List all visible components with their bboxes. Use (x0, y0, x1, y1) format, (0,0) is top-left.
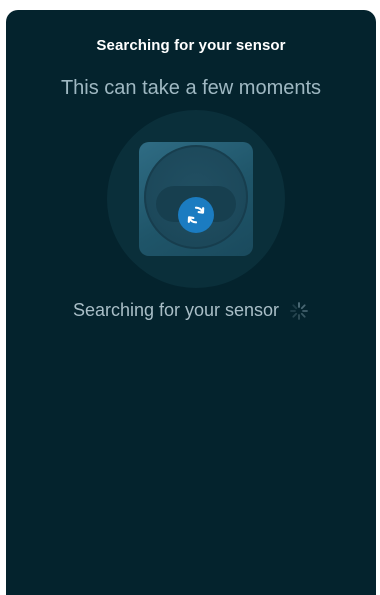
search-sensor-sheet: Searching for your sensor This can take … (6, 10, 376, 595)
spinner-icon (289, 301, 309, 321)
subtitle: This can take a few moments (60, 77, 322, 99)
status-text: Searching for your sensor (72, 300, 280, 320)
sync-icon (178, 197, 214, 233)
sync-icon-glyph (187, 206, 205, 224)
status-row: Searching for your sensor (6, 300, 376, 321)
page-title: Searching for your sensor (96, 37, 286, 54)
